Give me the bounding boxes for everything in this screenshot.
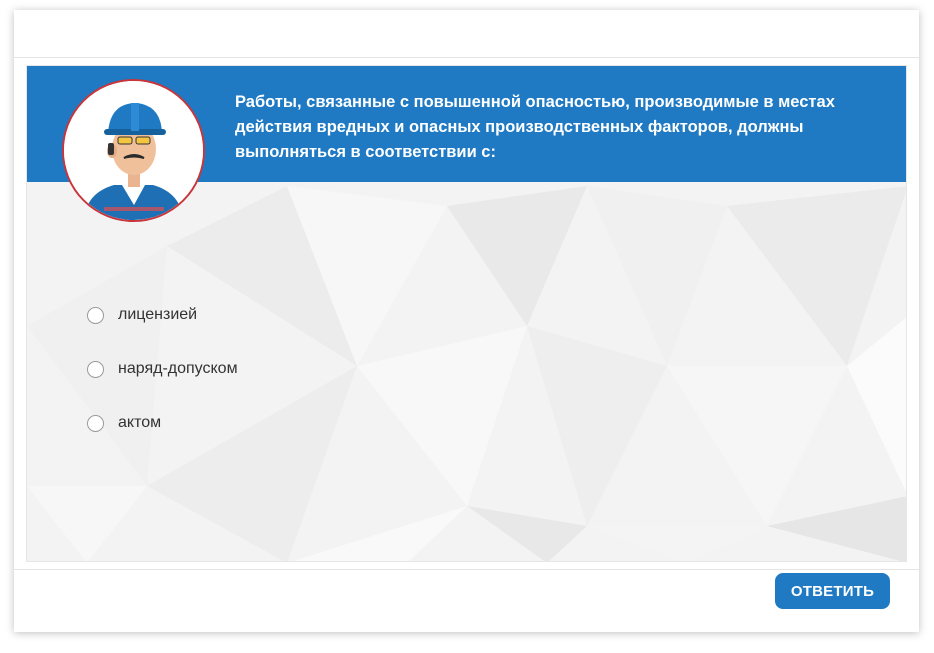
radio-button[interactable] <box>87 414 104 432</box>
option-label: актом <box>118 414 162 431</box>
question-text: Работы, связанные с повышенной опасность… <box>235 93 835 161</box>
answer-options: лицензией наряд-допуском актом <box>87 288 238 450</box>
worker-avatar-icon <box>62 79 205 222</box>
option-act[interactable]: актом <box>87 396 238 450</box>
option-label: наряд-допуском <box>118 360 238 377</box>
quiz-card: Работы, связанные с повышенной опасность… <box>14 10 919 632</box>
option-license[interactable]: лицензией <box>87 288 238 342</box>
option-label: лицензией <box>118 306 198 323</box>
bottom-divider <box>14 569 919 570</box>
radio-button[interactable] <box>87 306 104 324</box>
top-divider <box>14 57 919 58</box>
option-work-permit[interactable]: наряд-допуском <box>87 342 238 396</box>
radio-button[interactable] <box>87 360 104 378</box>
question-slide: Работы, связанные с повышенной опасность… <box>26 65 907 562</box>
submit-answer-button[interactable]: ОТВЕТИТЬ <box>775 573 890 609</box>
